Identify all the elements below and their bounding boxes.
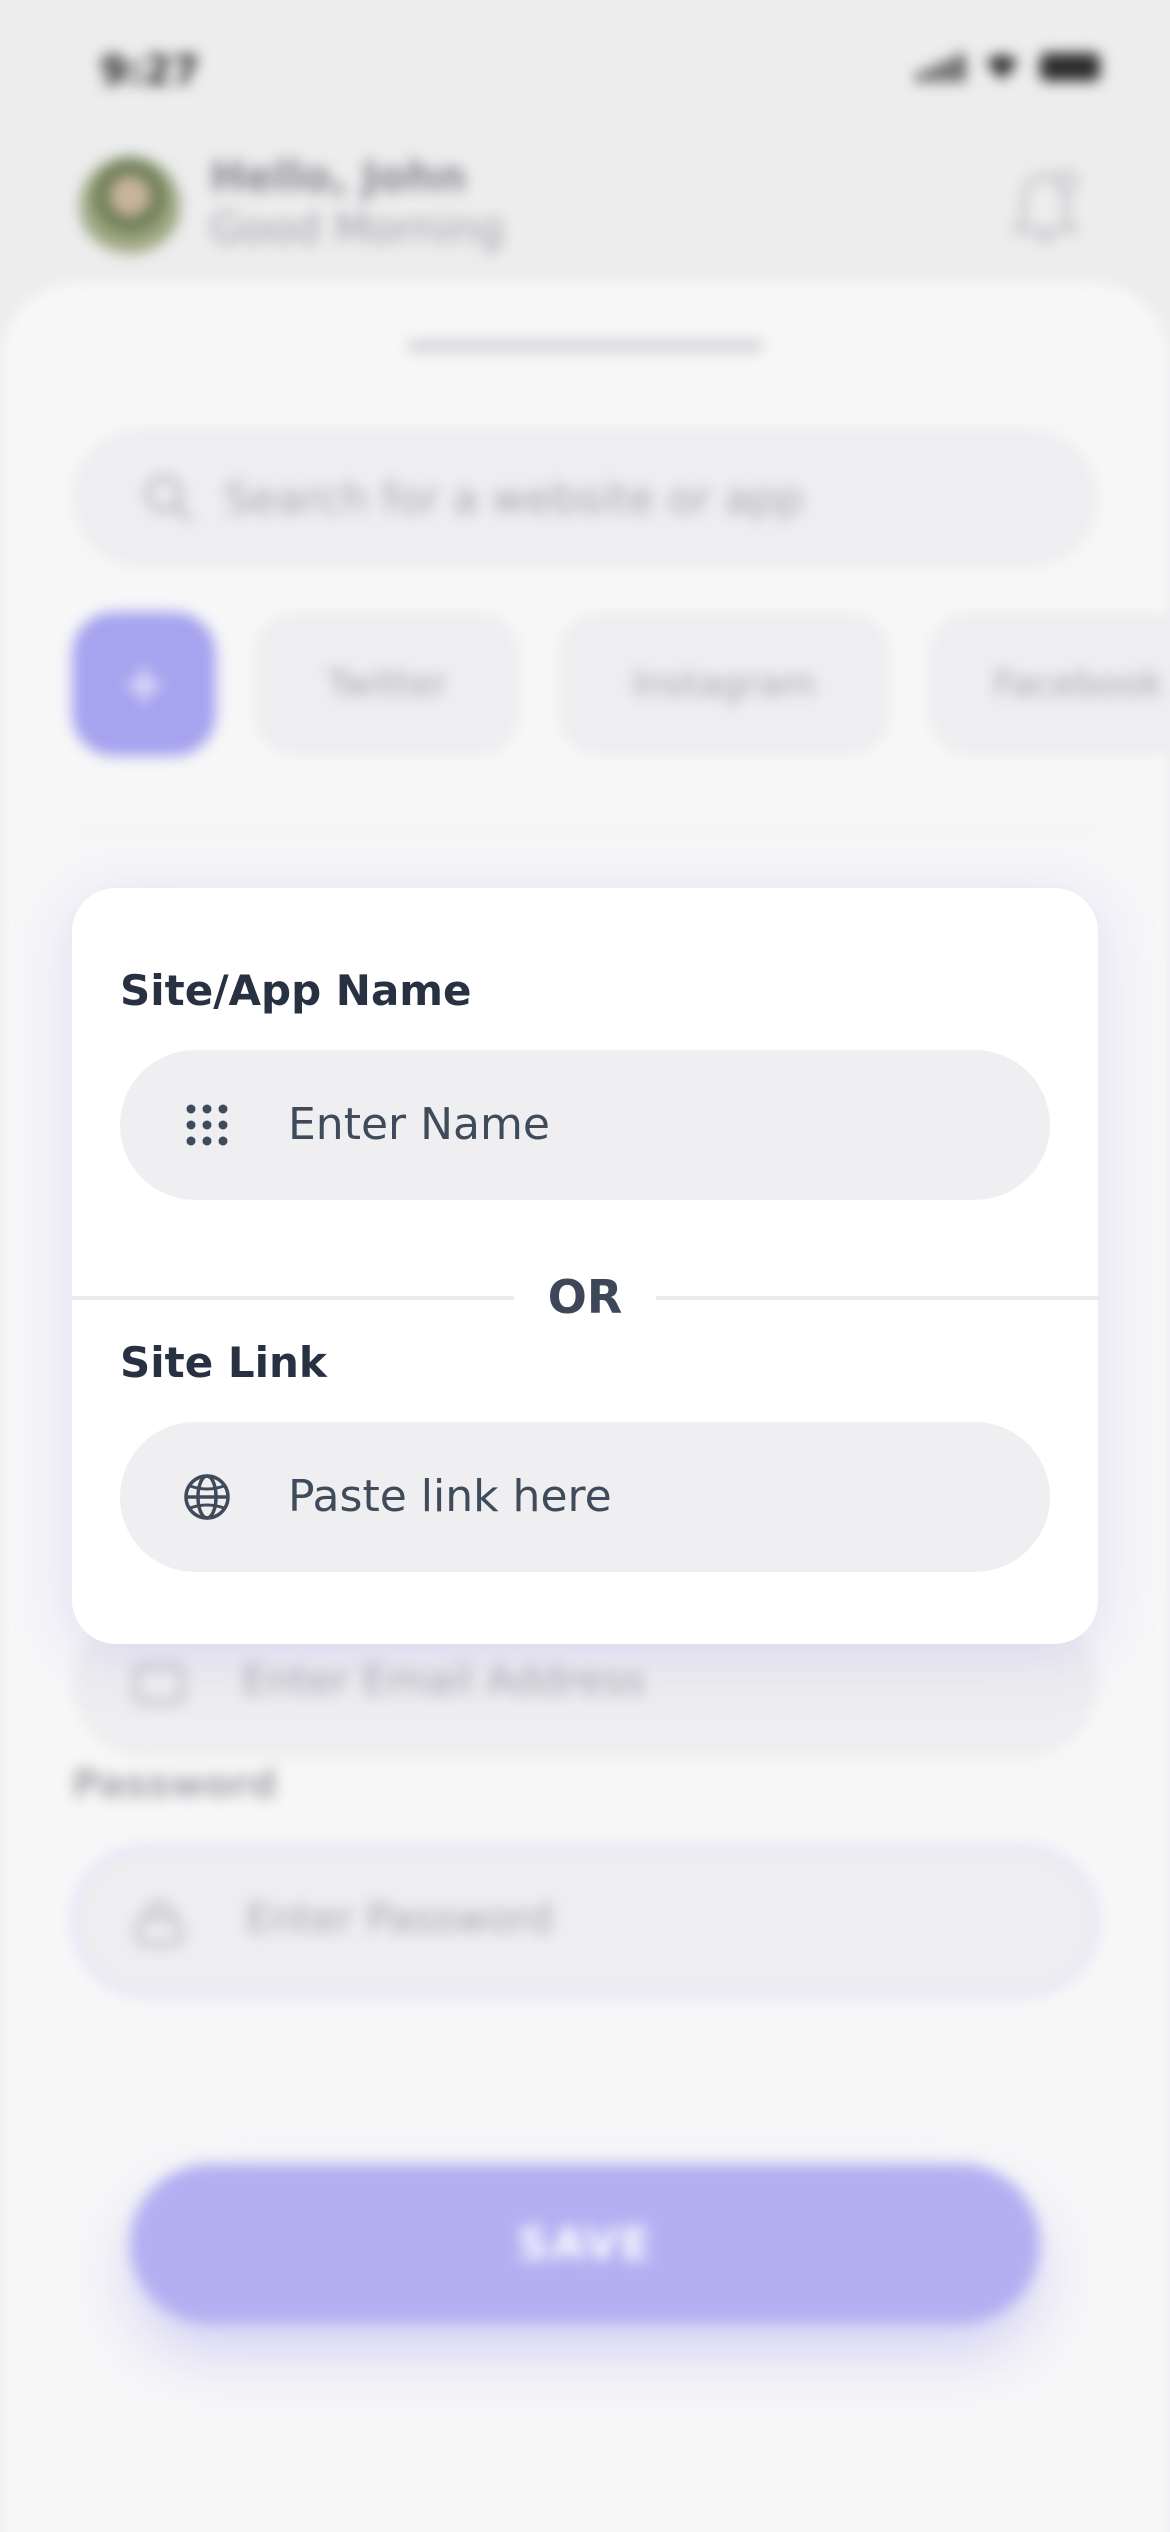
globe-icon <box>184 1474 230 1520</box>
status-bar: 9:27 <box>0 0 1170 140</box>
app-chips: + Twitter Instagram Facebook <box>72 612 1170 756</box>
battery-icon <box>1040 53 1100 81</box>
divider <box>72 828 1098 831</box>
or-separator: OR <box>72 1262 1098 1332</box>
search-icon <box>146 476 192 522</box>
password-placeholder: Enter Password <box>246 1896 553 1942</box>
greeting-subtitle: Good Morning <box>210 204 504 253</box>
site-name-placeholder: Enter Name <box>288 1099 550 1150</box>
sheet-handle[interactable] <box>407 340 763 352</box>
screen: 9:27 Hello, John Good Morning Search for… <box>0 0 1170 2532</box>
or-text: OR <box>547 1270 623 1324</box>
site-link-input[interactable]: Paste link here <box>120 1422 1050 1572</box>
search-placeholder: Search for a website or app <box>224 473 804 523</box>
apps-grid-icon <box>186 1104 228 1146</box>
chip-facebook[interactable]: Facebook <box>928 612 1170 756</box>
notification-bell-icon[interactable] <box>1010 168 1080 248</box>
wifi-icon <box>986 55 1018 80</box>
site-link-label: Site Link <box>120 1338 327 1387</box>
save-button[interactable]: SAVE <box>130 2164 1040 2324</box>
chip-instagram[interactable]: Instagram <box>558 612 890 756</box>
status-icons <box>917 52 1100 82</box>
cellular-signal-icon <box>917 52 964 82</box>
add-site-modal: Site/App Name Enter Name OR Site Link Pa… <box>72 888 1098 1644</box>
lock-icon <box>136 1901 182 1946</box>
status-time: 9:27 <box>100 48 200 94</box>
site-name-input[interactable]: Enter Name <box>120 1050 1050 1200</box>
add-chip-button[interactable]: + <box>72 612 216 756</box>
password-label: Password <box>72 1762 277 1806</box>
header: Hello, John Good Morning <box>80 150 1090 260</box>
site-link-placeholder: Paste link here <box>288 1471 612 1522</box>
avatar[interactable] <box>80 156 180 256</box>
site-name-label: Site/App Name <box>120 966 472 1015</box>
password-field[interactable]: Enter Password <box>72 1846 1098 1996</box>
chip-twitter[interactable]: Twitter <box>254 612 520 756</box>
search-bar[interactable]: Search for a website or app <box>72 428 1098 568</box>
mail-icon <box>134 1664 184 1704</box>
email-placeholder: Enter Email Address <box>242 1658 646 1704</box>
greeting-text: Hello, John <box>210 152 467 201</box>
